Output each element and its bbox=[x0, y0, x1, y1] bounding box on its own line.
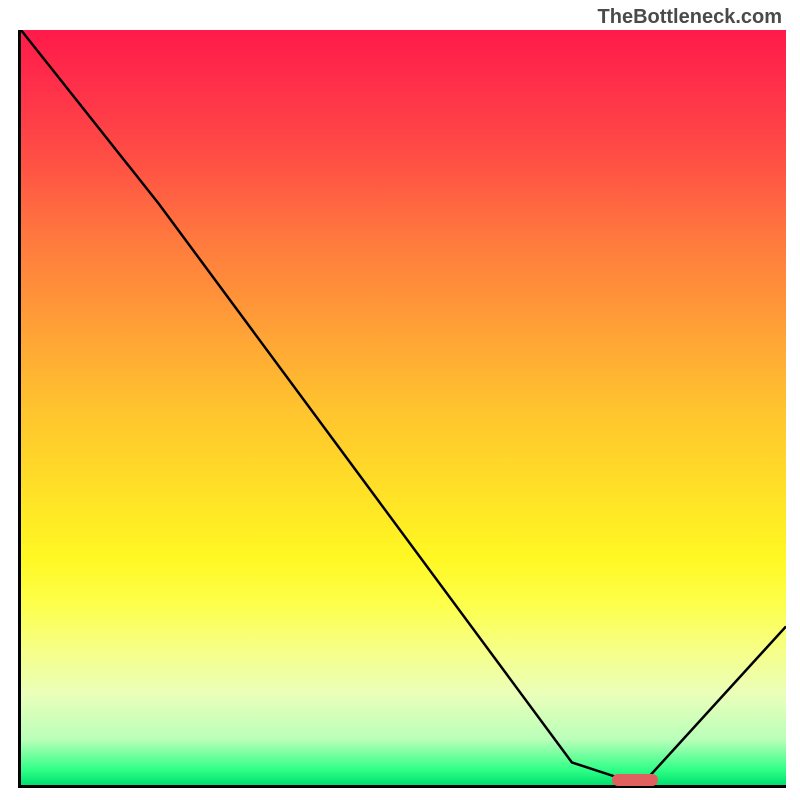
optimal-marker bbox=[612, 774, 658, 786]
plot-area bbox=[18, 30, 786, 788]
watermark-text: TheBottleneck.com bbox=[598, 6, 782, 29]
line-chart-svg bbox=[21, 30, 786, 785]
bottleneck-curve-path bbox=[21, 30, 786, 777]
